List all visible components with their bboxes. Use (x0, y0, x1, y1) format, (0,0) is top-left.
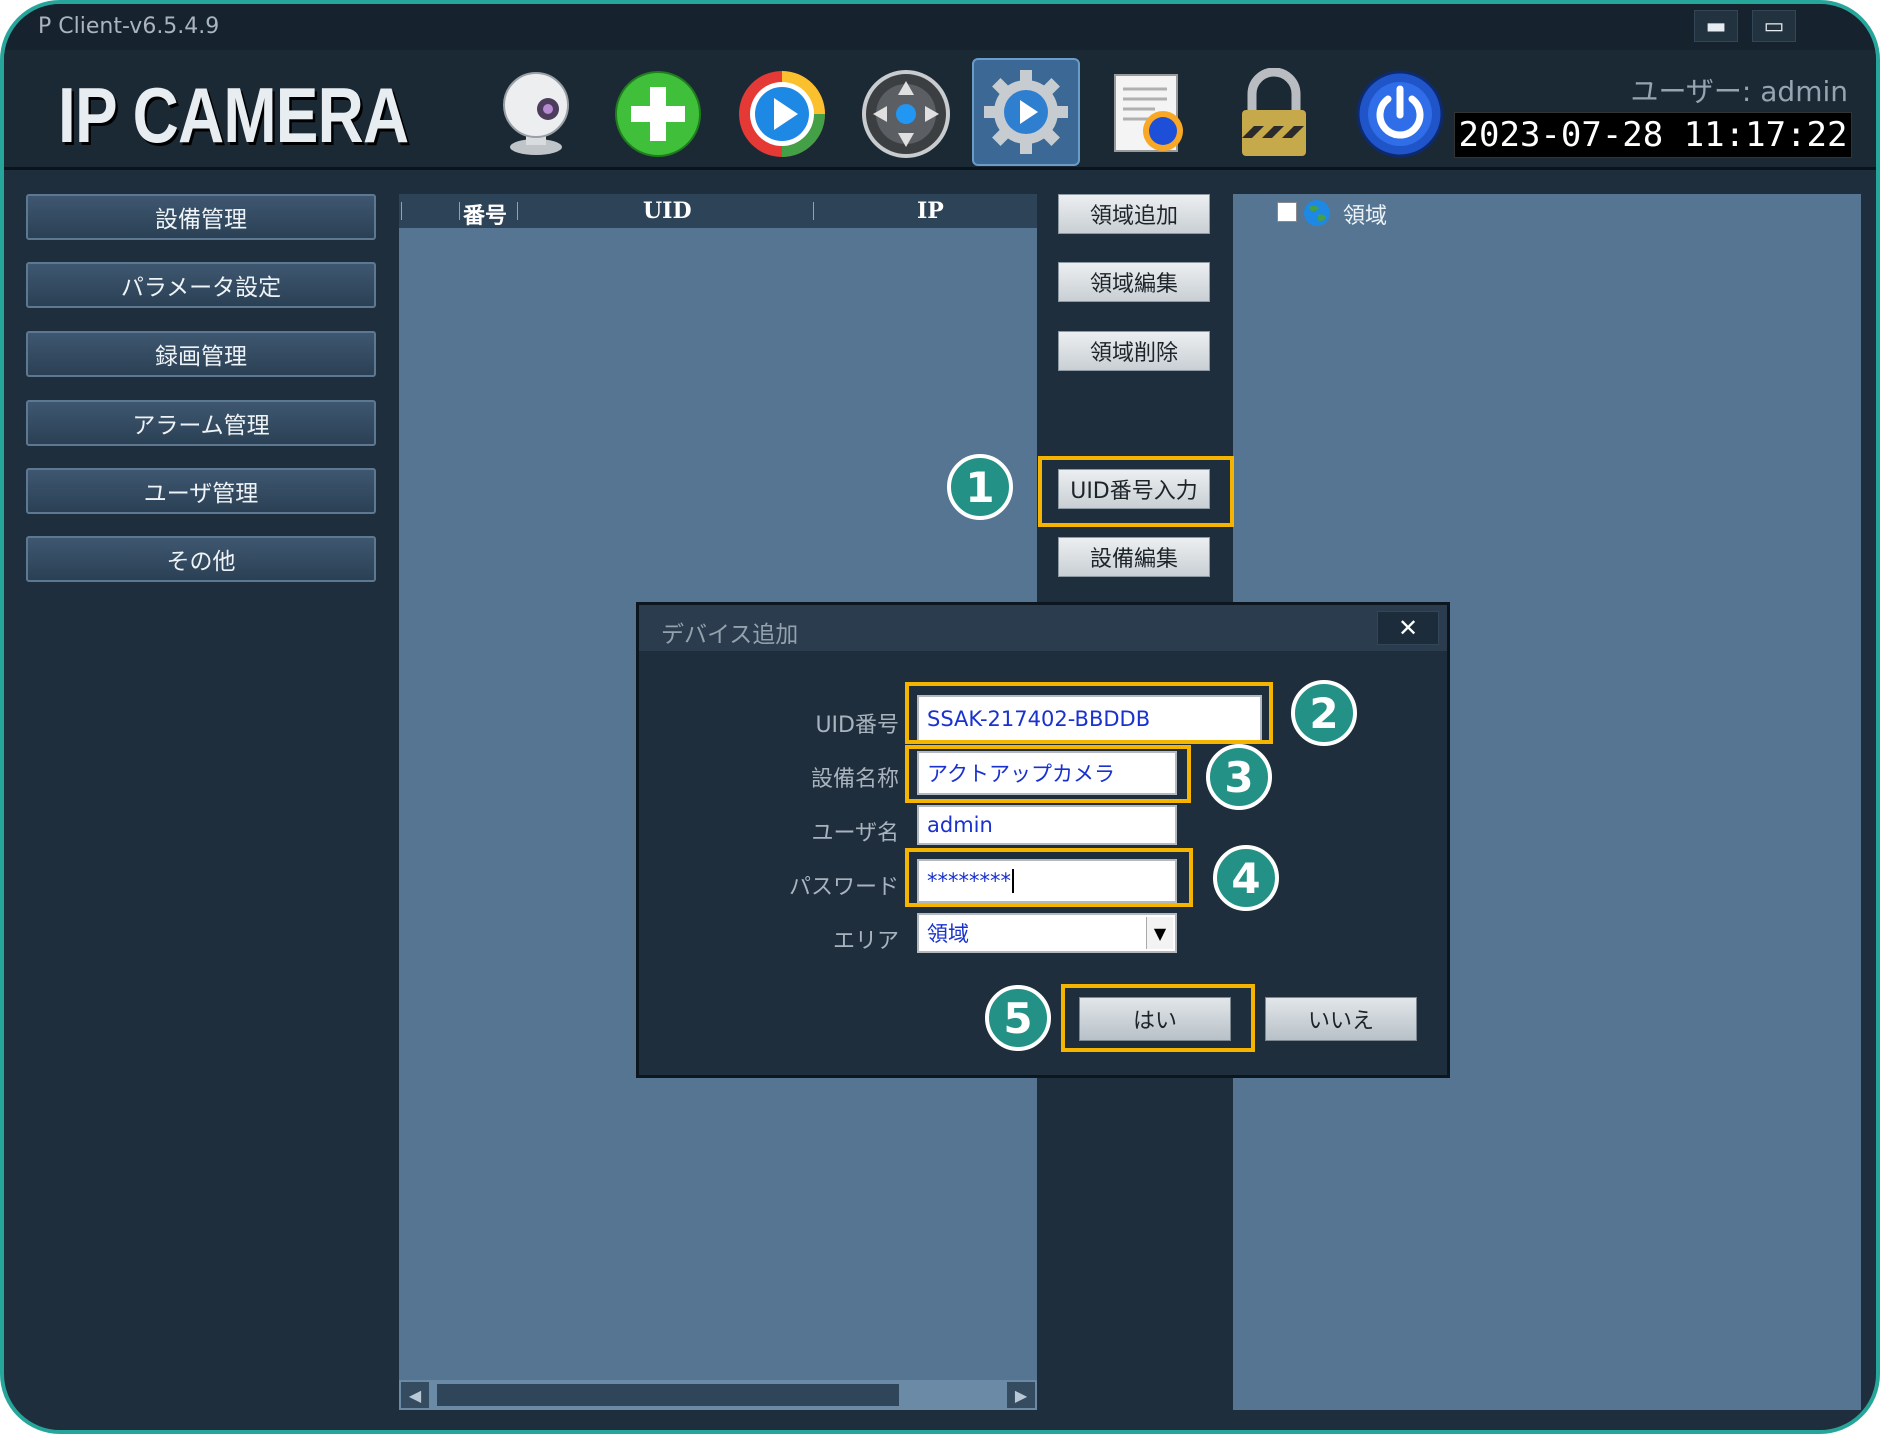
column-separator (813, 202, 814, 220)
column-separator (459, 202, 460, 220)
highlight-yes-button (1061, 984, 1255, 1052)
minimize-button[interactable]: ▬ (1694, 10, 1738, 42)
device-name-label: 設備名称 (810, 767, 899, 792)
device-list-header: 番号 UID IP (399, 194, 1037, 230)
dialog-close-button[interactable]: ✕ (1377, 611, 1439, 645)
ptz-control-icon[interactable] (854, 62, 958, 166)
scroll-left-icon[interactable]: ◀ (401, 1382, 429, 1408)
chevron-down-icon[interactable]: ▼ (1146, 917, 1173, 949)
step-badge-5: 5 (985, 985, 1051, 1051)
step-badge-3: 3 (1206, 744, 1272, 810)
uid-label: UID番号 (815, 713, 899, 738)
sidebar-item-recording-management[interactable]: 録画管理 (26, 331, 376, 377)
title-bar: P Client-v6.5.4.9 ▬ ▭ (4, 4, 1876, 50)
area-label: エリア (832, 929, 899, 954)
sidebar-item-other[interactable]: その他 (26, 536, 376, 582)
no-button[interactable]: いいえ (1265, 997, 1417, 1041)
sidebar-item-device-management[interactable]: 設備管理 (26, 194, 376, 240)
settings-icon[interactable] (972, 58, 1080, 166)
lock-icon[interactable] (1222, 62, 1326, 166)
sidebar-item-alarm-management[interactable]: アラーム管理 (26, 400, 376, 446)
window-title: P Client-v6.5.4.9 (38, 14, 220, 39)
power-icon[interactable] (1348, 62, 1452, 166)
highlight-password (905, 848, 1193, 907)
area-select[interactable]: 領域 ▼ (917, 913, 1177, 953)
horizontal-scrollbar[interactable]: ◀ ▶ (399, 1380, 1037, 1410)
edit-device-button[interactable]: 設備編集 (1058, 537, 1210, 577)
datetime-display: 2023-07-28 11:17:22 (1454, 112, 1852, 158)
column-header-ip[interactable]: IP (917, 198, 944, 224)
delete-area-button[interactable]: 領域削除 (1058, 331, 1210, 371)
column-header-number[interactable]: 番号 (463, 198, 507, 230)
area-root-label[interactable]: 領域 (1343, 198, 1387, 230)
step-badge-4: 4 (1213, 845, 1279, 911)
sidebar-item-user-management[interactable]: ユーザ管理 (26, 468, 376, 514)
header-bar: IP CAMERA ユーザー: admin 2023-07-28 11:17:2… (4, 50, 1876, 170)
globe-icon (1301, 198, 1333, 232)
highlight-device-name (905, 745, 1191, 803)
area-checkbox[interactable] (1277, 202, 1297, 222)
sidebar-item-parameter-settings[interactable]: パラメータ設定 (26, 262, 376, 308)
user-label: ユーザー: admin (1630, 75, 1848, 108)
add-area-button[interactable]: 領域追加 (1058, 194, 1210, 234)
maximize-button[interactable]: ▭ (1752, 10, 1796, 42)
highlight-uid-input (1038, 456, 1234, 527)
dialog-title-bar: デバイス追加 ✕ (639, 605, 1447, 651)
log-icon[interactable] (1098, 62, 1202, 166)
username-label: ユーザ名 (811, 821, 899, 846)
play-icon[interactable] (730, 62, 834, 166)
step-badge-2: 2 (1291, 680, 1357, 746)
scroll-right-icon[interactable]: ▶ (1007, 1382, 1035, 1408)
app-window: P Client-v6.5.4.9 ▬ ▭ IP CAMERA ユーザー: ad… (0, 0, 1880, 1434)
dialog-title: デバイス追加 (661, 622, 799, 648)
username-field[interactable]: admin (917, 805, 1177, 845)
area-select-value: 領域 (927, 922, 969, 946)
scrollbar-thumb[interactable] (437, 1384, 899, 1406)
webcam-icon[interactable] (484, 62, 588, 166)
highlight-uid-field (905, 682, 1273, 744)
edit-area-button[interactable]: 領域編集 (1058, 262, 1210, 302)
column-separator (401, 202, 402, 220)
column-separator (517, 202, 518, 220)
column-header-uid[interactable]: UID (643, 198, 692, 224)
step-badge-1: 1 (947, 454, 1013, 520)
app-logo: IP CAMERA (58, 71, 409, 159)
add-icon[interactable] (606, 62, 710, 166)
password-label: パスワード (788, 875, 899, 900)
